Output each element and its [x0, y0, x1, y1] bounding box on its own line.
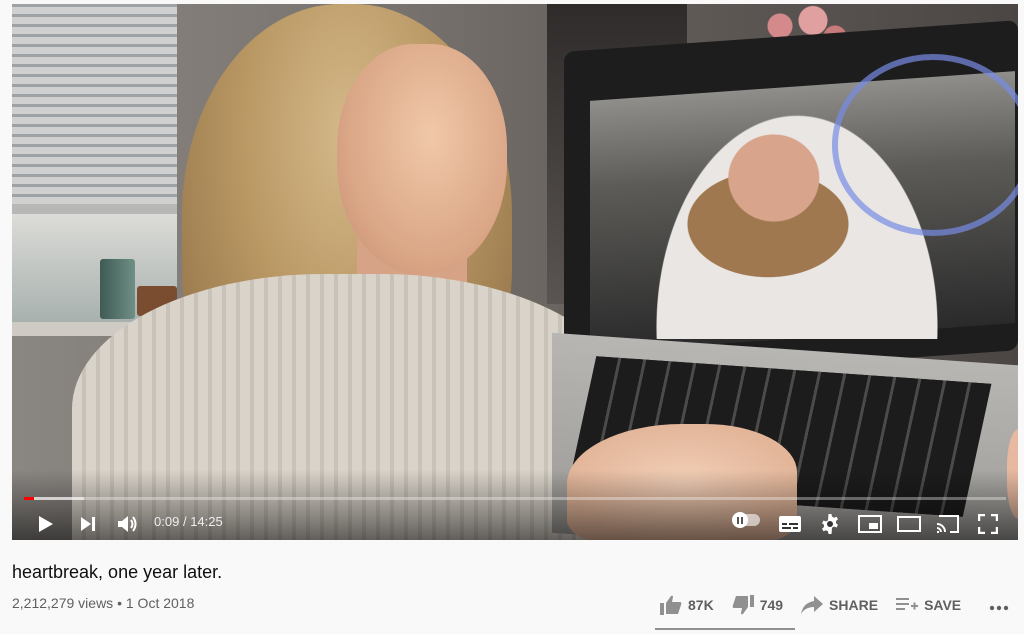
video-frame	[12, 4, 1018, 540]
video-meta: 2,212,279 views • 1 Oct 2018	[12, 595, 194, 611]
fullscreen-icon[interactable]	[976, 509, 1000, 539]
thumbs-up-icon	[660, 595, 682, 615]
theater-mode-icon[interactable]	[896, 509, 922, 539]
more-horizontal-icon[interactable]	[989, 598, 1009, 616]
view-count: 2,212,279 views	[12, 595, 114, 611]
dislike-button[interactable]: 749	[732, 595, 783, 615]
current-time: 0:09	[154, 514, 180, 529]
time-separator: /	[182, 514, 187, 529]
like-button[interactable]: 87K	[660, 595, 714, 615]
subtitles-icon[interactable]	[778, 509, 802, 539]
progress-played	[24, 497, 35, 500]
thumbs-down-icon	[732, 595, 754, 615]
like-count: 87K	[688, 597, 714, 613]
share-arrow-icon	[801, 596, 824, 614]
video-title: heartbreak, one year later.	[12, 562, 223, 582]
like-ratio-bar	[655, 628, 795, 630]
settings-gear-icon[interactable]	[818, 509, 842, 539]
duration: 14:25	[190, 514, 223, 529]
miniplayer-icon[interactable]	[857, 509, 883, 539]
save-label: SAVE	[924, 597, 962, 613]
cast-icon[interactable]	[935, 509, 961, 539]
playlist-add-icon	[896, 598, 919, 610]
upload-date: 1 Oct 2018	[125, 595, 195, 611]
meta-separator: •	[117, 595, 122, 611]
next-icon[interactable]	[76, 509, 100, 539]
time-display: 0:09 / 14:25	[154, 514, 223, 529]
save-button[interactable]: SAVE	[896, 597, 961, 613]
play-icon[interactable]	[34, 509, 58, 539]
autoplay-knob	[732, 512, 748, 528]
dislike-count: 749	[759, 597, 784, 613]
volume-icon[interactable]	[115, 509, 141, 539]
background-window	[12, 4, 177, 324]
autoplay-toggle[interactable]	[732, 512, 760, 528]
share-label: SHARE	[829, 597, 879, 613]
progress-bar[interactable]	[24, 497, 1006, 500]
share-button[interactable]: SHARE	[801, 596, 878, 614]
video-player[interactable]: 0:09 / 14:25	[12, 4, 1018, 540]
video-actions: 87K 749 SHARE SAVE	[660, 592, 979, 618]
